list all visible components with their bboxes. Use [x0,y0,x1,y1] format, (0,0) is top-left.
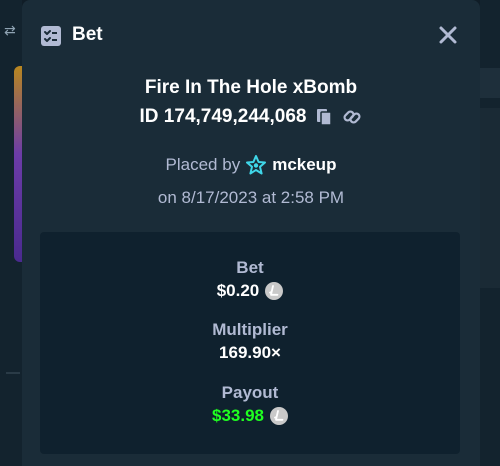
bet-details-card: Bet $0.20 Multiplier 169.90× Payout $33.… [40,232,460,454]
bet-slip-icon [40,25,62,47]
background-right-panel [480,108,500,288]
copy-icon[interactable] [314,107,334,127]
payout-value-row: $33.98 [40,406,460,426]
close-icon[interactable] [436,23,460,47]
multiplier-value: 169.90× [219,343,281,362]
link-icon[interactable] [342,107,362,127]
background-right-block [480,68,500,98]
placed-by-row: Placed by mckeup [22,155,480,175]
bet-amount-block: Bet $0.20 [40,258,460,301]
background-game-thumbnail [14,66,22,262]
multiplier-label: Multiplier [212,320,288,339]
bet-value: $0.20 [216,281,260,300]
modal-header: Bet [22,0,480,70]
payout-block: Payout $33.98 [40,383,460,426]
game-title[interactable]: Fire In The Hole xBomb [22,77,480,99]
bet-label: Bet [236,258,264,277]
payout-value: $33.98 [212,406,264,425]
payout-label: Payout [221,383,279,402]
background-swap-icon: ⇄ [4,22,16,38]
bet-value-row: $0.20 [40,281,460,301]
modal-title: Bet [72,24,103,45]
multiplier-value-row: 169.90× [40,343,460,363]
placed-by-username[interactable]: mckeup [272,155,336,175]
star-badge-icon [246,155,267,175]
multiplier-block: Multiplier 169.90× [40,320,460,363]
background-divider [6,372,20,374]
bet-modal: Bet Fire In The Hole xBomb ID 174,749,24… [22,0,480,466]
placed-by-label: Placed by [165,155,241,174]
litecoin-icon [270,407,288,425]
bet-date: on 8/17/2023 at 2:58 PM [157,188,345,207]
bet-id: ID 174,749,244,068 [139,106,307,127]
bet-id-row: ID 174,749,244,068 [22,106,480,128]
litecoin-icon [265,282,284,300]
